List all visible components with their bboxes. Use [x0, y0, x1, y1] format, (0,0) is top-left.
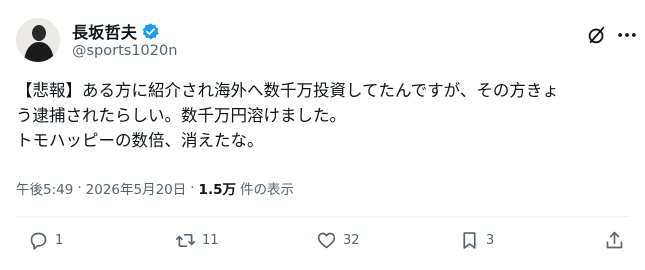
post-date[interactable]: 2026年5月20日: [86, 178, 187, 198]
reply-button[interactable]: 1: [28, 230, 63, 251]
views-label: 件の表示: [239, 182, 294, 198]
share-button[interactable]: [604, 230, 625, 251]
author-name-row: 長坂哲夫: [72, 19, 160, 43]
meta-separator: ·: [190, 180, 195, 196]
bookmark-button[interactable]: 3: [459, 230, 494, 251]
bookmark-count: 3: [486, 233, 495, 248]
repost-button[interactable]: 11: [175, 230, 219, 251]
divider: [16, 216, 629, 217]
verified-badge-icon: [142, 22, 159, 40]
post-text-line: 【悲報】ある方に紹介され海外へ数千万投資してたんですが、その方きょ: [16, 81, 559, 100]
post-text: 【悲報】ある方に紹介され海外へ数千万投資してたんですが、その方きょ う逮捕された…: [16, 78, 628, 153]
like-icon: [317, 232, 336, 249]
like-count: 32: [343, 233, 360, 248]
meta-separator: ·: [77, 180, 82, 196]
action-bar: 1 11 32 3: [0, 230, 645, 260]
share-icon: [606, 231, 623, 249]
like-button[interactable]: 32: [316, 230, 360, 251]
post-meta: 午後5:49 · 2026年5月20日 · 1.5万 件の表示: [16, 178, 294, 198]
more-icon[interactable]: [616, 24, 638, 46]
author-display-name[interactable]: 長坂哲夫: [72, 19, 137, 43]
reply-icon: [30, 232, 47, 250]
post-text-line: トモハッピーの数倍、消えたな。: [16, 131, 264, 150]
reply-count: 1: [55, 233, 64, 248]
repost-count: 11: [202, 233, 219, 248]
post-time[interactable]: 午後5:49: [16, 178, 73, 198]
grok-icon[interactable]: [586, 24, 608, 46]
repost-icon: [175, 233, 196, 248]
user-avatar-icon: [16, 18, 60, 62]
avatar[interactable]: [16, 18, 60, 62]
bookmark-icon: [463, 232, 476, 249]
author-handle[interactable]: @sports1020n: [72, 43, 177, 59]
views-count: 1.5万: [198, 182, 236, 198]
post-text-line: う逮捕されたらしい。数千万円溶けました。: [16, 106, 346, 125]
